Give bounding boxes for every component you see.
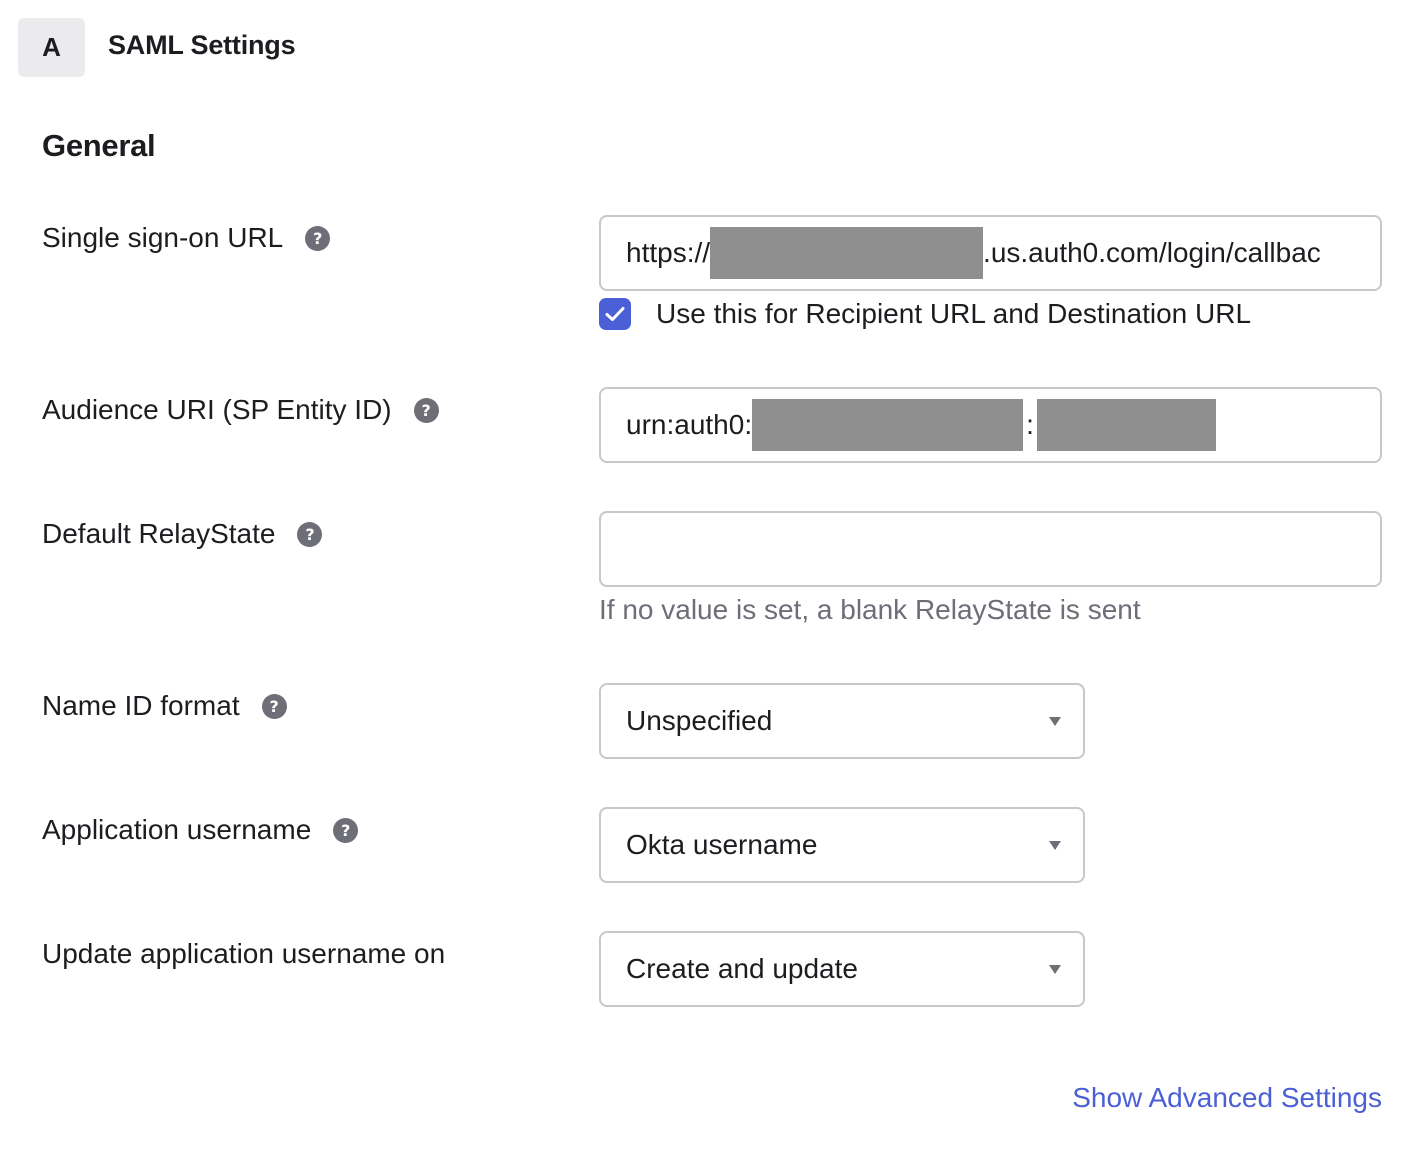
update-username-label: Update application username on bbox=[42, 938, 445, 970]
audience-uri-label-text: Audience URI (SP Entity ID) bbox=[42, 394, 392, 425]
sso-url-label: Single sign-on URL ? bbox=[42, 222, 331, 254]
name-id-format-label-text: Name ID format bbox=[42, 690, 240, 721]
caret-down-icon bbox=[1049, 840, 1061, 850]
name-id-format-value: Unspecified bbox=[626, 705, 773, 736]
app-username-label: Application username ? bbox=[42, 814, 359, 846]
name-id-format-label: Name ID format ? bbox=[42, 690, 287, 722]
recipient-url-checkbox-label: Use this for Recipient URL and Destinati… bbox=[656, 298, 1252, 329]
sso-url-prefix: https:// bbox=[626, 237, 711, 268]
caret-down-icon bbox=[1049, 716, 1061, 726]
sso-url-label-text: Single sign-on URL bbox=[42, 222, 284, 253]
app-username-value: Okta username bbox=[626, 829, 818, 860]
relay-state-label-text: Default RelayState bbox=[42, 518, 276, 549]
redacted-block bbox=[1036, 399, 1216, 451]
caret-down-icon bbox=[1049, 964, 1061, 974]
sso-url-suffix: .us.auth0.com/login/callbac bbox=[983, 237, 1321, 268]
relay-state-input[interactable] bbox=[599, 511, 1382, 587]
audience-uri-separator: : bbox=[1026, 409, 1034, 440]
update-username-value: Create and update bbox=[626, 953, 858, 984]
redacted-block bbox=[752, 399, 1024, 451]
help-icon[interactable]: ? bbox=[261, 693, 287, 719]
help-icon[interactable]: ? bbox=[297, 521, 323, 547]
name-id-format-select[interactable]: Unspecified bbox=[599, 683, 1085, 759]
recipient-url-checkbox[interactable] bbox=[599, 298, 631, 330]
app-username-label-text: Application username bbox=[42, 814, 312, 845]
help-icon[interactable]: ? bbox=[305, 225, 331, 251]
relay-state-hint: If no value is set, a blank RelayState i… bbox=[599, 594, 1141, 625]
update-username-label-text: Update application username on bbox=[42, 938, 446, 969]
sso-url-input[interactable]: https:// .us.auth0.com/login/callbac bbox=[599, 215, 1382, 291]
app-username-select[interactable]: Okta username bbox=[599, 807, 1085, 883]
audience-uri-prefix: urn:auth0: bbox=[626, 409, 753, 440]
audience-uri-label: Audience URI (SP Entity ID) ? bbox=[42, 394, 439, 426]
show-advanced-settings-link[interactable]: Show Advanced Settings bbox=[1072, 1082, 1382, 1114]
recipient-url-checkbox-row[interactable]: Use this for Recipient URL and Destinati… bbox=[599, 298, 1251, 330]
redacted-block bbox=[710, 227, 984, 279]
section-title: General bbox=[42, 128, 156, 163]
step-badge: A bbox=[18, 18, 85, 77]
help-icon[interactable]: ? bbox=[333, 817, 359, 843]
update-username-select[interactable]: Create and update bbox=[599, 931, 1085, 1007]
relay-state-label: Default RelayState ? bbox=[42, 518, 323, 550]
check-icon bbox=[605, 307, 625, 321]
audience-uri-input[interactable]: urn:auth0: : bbox=[599, 387, 1382, 463]
step-title: SAML Settings bbox=[108, 30, 296, 60]
help-icon[interactable]: ? bbox=[413, 397, 439, 423]
